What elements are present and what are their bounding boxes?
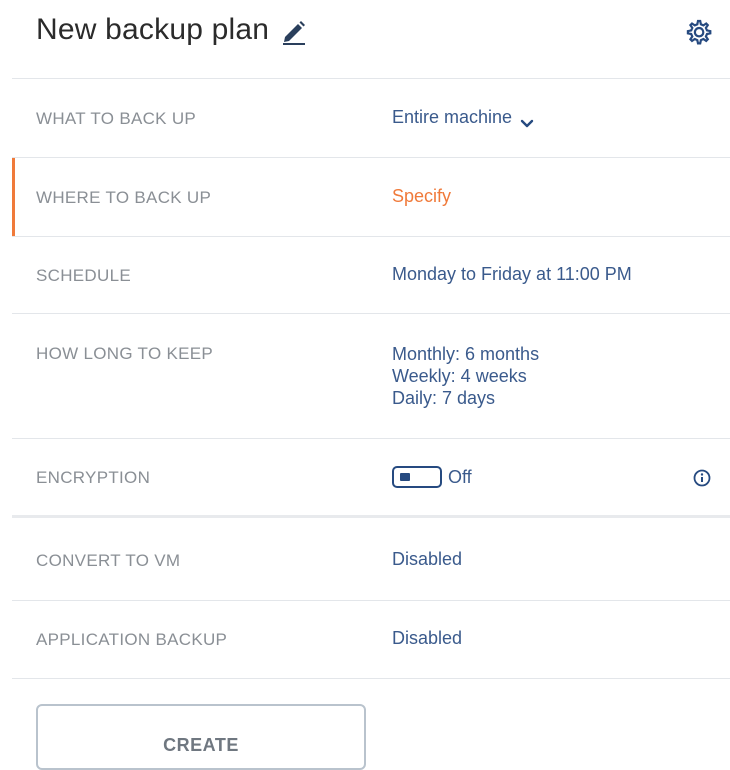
how-long-to-keep-row: HOW LONG TO KEEP Monthly: 6 months Weekl… xyxy=(12,314,730,438)
chevron-down-icon xyxy=(520,113,534,127)
what-to-back-up-dropdown[interactable]: Entire machine xyxy=(392,107,534,128)
convert-to-vm-value[interactable]: Disabled xyxy=(392,549,462,570)
encryption-toggle-group: Off xyxy=(392,466,472,488)
info-icon[interactable] xyxy=(692,468,712,488)
toggle-knob xyxy=(400,473,410,481)
where-to-back-up-row: WHERE TO BACK UP Specify xyxy=(12,158,730,236)
retention-weekly: Weekly: 4 weeks xyxy=(392,366,527,386)
schedule-label: SCHEDULE xyxy=(36,266,131,285)
schedule-row: SCHEDULE Monday to Friday at 11:00 PM xyxy=(12,237,730,313)
encryption-label: ENCRYPTION xyxy=(36,468,151,487)
encryption-row: ENCRYPTION Off xyxy=(12,439,730,515)
retention-value[interactable]: Monthly: 6 months Weekly: 4 weeks Daily:… xyxy=(392,343,539,409)
convert-to-vm-label: CONVERT TO VM xyxy=(36,551,181,570)
how-long-to-keep-label: HOW LONG TO KEEP xyxy=(36,344,214,363)
create-button[interactable]: CREATE xyxy=(36,704,366,770)
application-backup-label: APPLICATION BACKUP xyxy=(36,630,228,649)
what-to-back-up-row: WHAT TO BACK UP Entire machine xyxy=(12,79,730,157)
where-to-back-up-label: WHERE TO BACK UP xyxy=(36,188,212,207)
encryption-state: Off xyxy=(448,466,472,487)
what-to-back-up-label: WHAT TO BACK UP xyxy=(36,109,197,128)
convert-to-vm-row: CONVERT TO VM Disabled xyxy=(12,518,730,600)
application-backup-value[interactable]: Disabled xyxy=(392,628,462,649)
plan-header: New backup plan xyxy=(0,0,730,78)
retention-monthly: Monthly: 6 months xyxy=(392,344,540,364)
row-divider xyxy=(12,678,730,679)
plan-title-text: New backup plan xyxy=(36,13,270,46)
what-to-back-up-value: Entire machine xyxy=(392,107,513,127)
pencil-icon[interactable] xyxy=(279,15,309,45)
application-backup-row: APPLICATION BACKUP Disabled xyxy=(12,601,730,678)
gear-icon[interactable] xyxy=(683,16,715,48)
encryption-toggle[interactable] xyxy=(392,466,442,488)
specify-location-link[interactable]: Specify xyxy=(392,186,451,207)
retention-daily: Daily: 7 days xyxy=(392,388,496,408)
page-title: New backup plan xyxy=(36,8,309,52)
schedule-value[interactable]: Monday to Friday at 11:00 PM xyxy=(392,264,632,285)
